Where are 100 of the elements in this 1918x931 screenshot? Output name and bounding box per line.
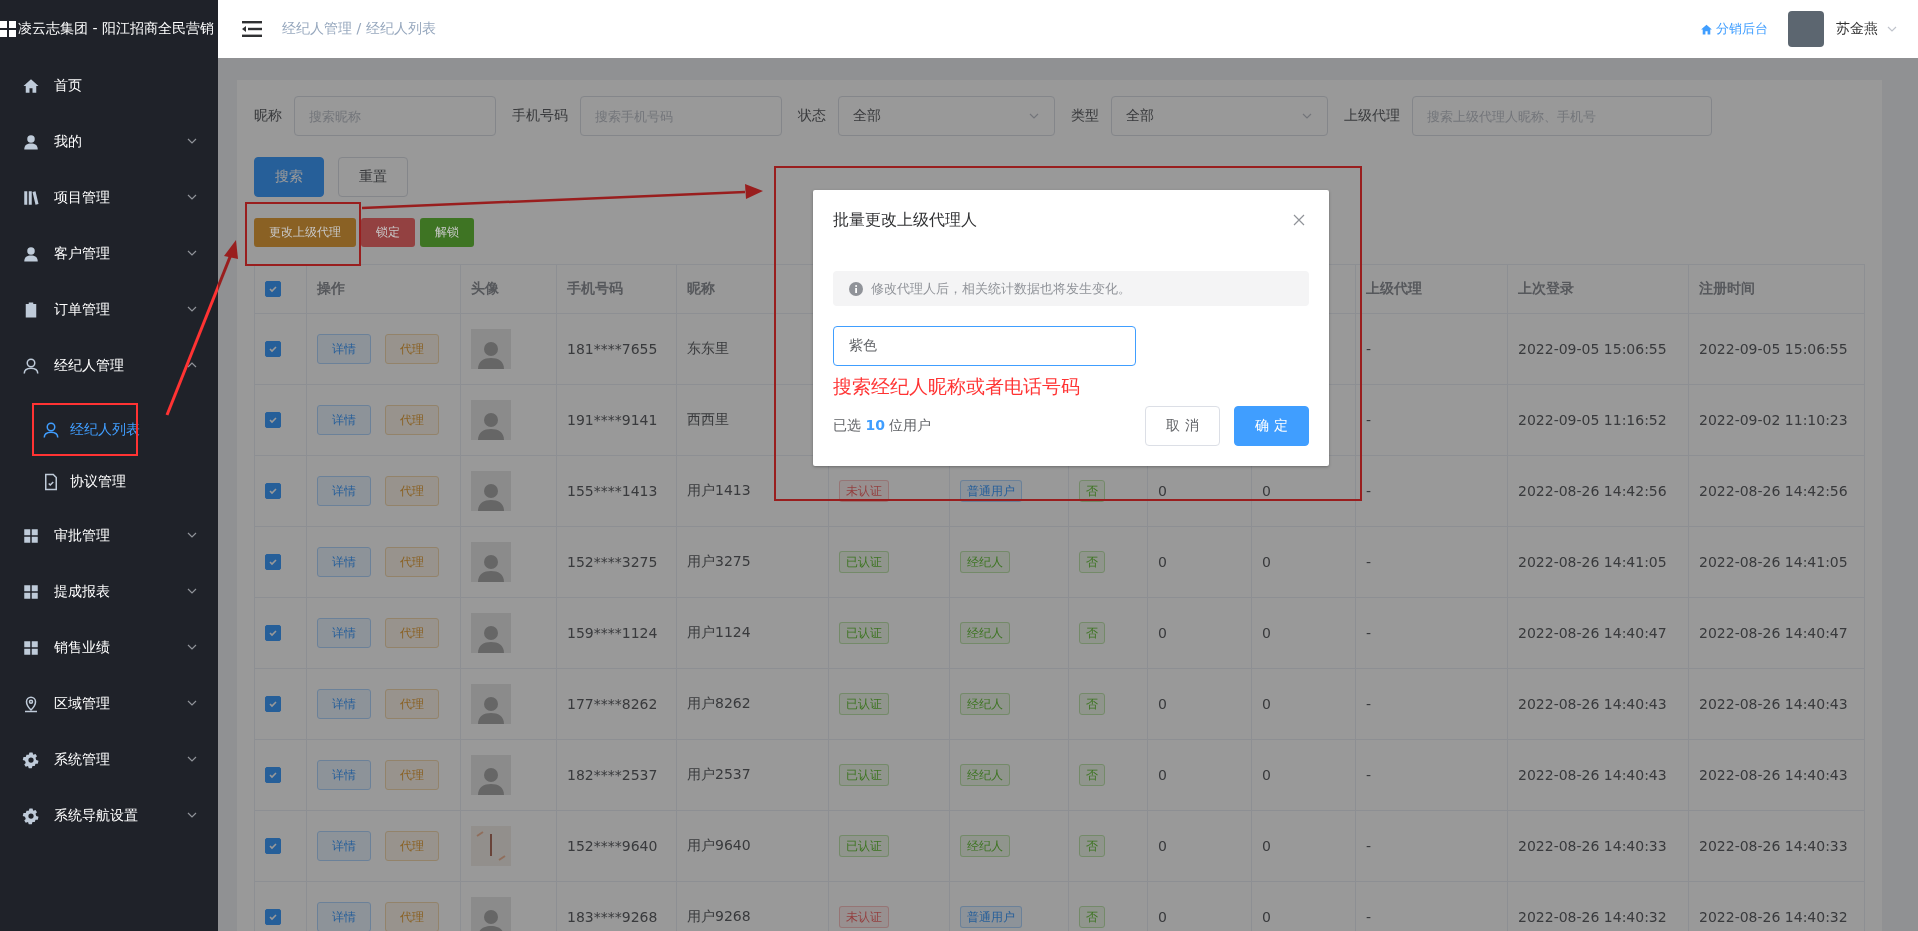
count-cell: 0 (1262, 767, 1271, 783)
menu-item[interactable]: 项目管理 (0, 170, 218, 226)
details-button[interactable]: 详情 (317, 334, 371, 364)
count-cell: 0 (1158, 767, 1167, 783)
details-button[interactable]: 详情 (317, 618, 371, 648)
menu-item[interactable]: 提成报表 (0, 564, 218, 620)
app-title: 凌云志集团 - 阳江招商全民营销 (18, 20, 214, 38)
menu-item[interactable]: 订单管理 (0, 282, 218, 338)
parent-agent-cell: - (1366, 412, 1372, 428)
annotation-text: 搜索经纪人昵称或者电话号码 (833, 374, 1081, 399)
agent-button[interactable]: 代理 (385, 476, 439, 506)
menu-item[interactable]: 首页 (0, 58, 218, 114)
last-login-cell: 2022-08-26 14:40:43 (1518, 696, 1667, 712)
action-button[interactable]: 更改上级代理 (254, 218, 356, 247)
checkmark-icon (268, 415, 278, 425)
flag-tag: 否 (1079, 693, 1105, 715)
checkbox[interactable] (265, 696, 281, 712)
registered-cell: 2022-08-26 14:41:05 (1699, 554, 1848, 570)
action-button[interactable]: 锁定 (361, 218, 415, 247)
agent-button[interactable]: 代理 (385, 618, 439, 648)
parent-agent-cell: - (1366, 625, 1372, 641)
checkbox[interactable] (265, 838, 281, 854)
last-login-cell: 2022-09-05 11:16:52 (1518, 412, 1667, 428)
books-icon (22, 189, 40, 207)
details-button[interactable]: 详情 (317, 831, 371, 861)
column-header: 上次登录 (1518, 280, 1574, 298)
reset-button[interactable]: 重置 (338, 157, 408, 197)
search-button[interactable]: 搜索 (254, 157, 324, 197)
column-header: 昵称 (687, 280, 715, 298)
count-cell: 0 (1158, 554, 1167, 570)
menu-icon[interactable] (242, 21, 262, 37)
nickname-cell: 用户9640 (687, 837, 751, 855)
menu-item[interactable]: 经纪人管理 (0, 338, 218, 394)
details-button[interactable]: 详情 (317, 476, 371, 506)
user-name[interactable]: 苏金燕 (1836, 20, 1878, 38)
checkbox[interactable] (265, 625, 281, 641)
select-field[interactable]: 全部 (838, 96, 1055, 136)
registered-cell: 2022-09-05 15:06:55 (1699, 341, 1848, 357)
menu-item[interactable]: 区域管理 (0, 676, 218, 732)
checkmark-icon (268, 344, 278, 354)
submenu-item[interactable]: 协议管理 (0, 456, 218, 508)
details-button[interactable]: 详情 (317, 405, 371, 435)
agent-button[interactable]: 代理 (385, 405, 439, 435)
filter-label: 上级代理 (1344, 107, 1400, 125)
menu-item[interactable]: 我的 (0, 114, 218, 170)
count-cell: 0 (1262, 625, 1271, 641)
cancel-button[interactable]: 取 消 (1145, 406, 1220, 446)
flag-tag: 否 (1079, 906, 1105, 928)
gear-icon (22, 807, 40, 825)
checkbox[interactable] (265, 281, 281, 297)
nickname-cell: 西西里 (687, 411, 729, 429)
agent-search-field[interactable]: 紫色 (833, 326, 1136, 366)
select-field[interactable]: 全部 (1111, 96, 1328, 136)
checkbox[interactable] (265, 909, 281, 925)
close-icon (1293, 214, 1305, 226)
flag-tag: 否 (1079, 764, 1105, 786)
checkbox[interactable] (265, 341, 281, 357)
nickname-cell: 东东里 (687, 340, 729, 358)
dashboard-link[interactable]: 分销后台 (1700, 20, 1768, 38)
details-button[interactable]: 详情 (317, 547, 371, 577)
grid-icon (22, 639, 40, 657)
person-icon (22, 245, 40, 263)
filter-label: 状态 (798, 107, 826, 125)
flag-tag: 否 (1079, 622, 1105, 644)
menu-item[interactable]: 系统管理 (0, 732, 218, 788)
registered-cell: 2022-08-26 14:40:43 (1699, 696, 1848, 712)
menu-item[interactable]: 审批管理 (0, 508, 218, 564)
checkbox[interactable] (265, 554, 281, 570)
flag-tag: 否 (1079, 480, 1105, 502)
checkmark-icon (268, 841, 278, 851)
last-login-cell: 2022-08-26 14:40:47 (1518, 625, 1667, 641)
checkbox[interactable] (265, 483, 281, 499)
phone-cell: 155****1413 (567, 483, 658, 499)
count-cell: 0 (1262, 554, 1271, 570)
menu-item[interactable]: 销售业绩 (0, 620, 218, 676)
registered-cell: 2022-08-26 14:42:56 (1699, 483, 1848, 499)
nickname-cell: 用户3275 (687, 553, 751, 571)
checkbox[interactable] (265, 412, 281, 428)
agent-button[interactable]: 代理 (385, 760, 439, 790)
agent-button[interactable]: 代理 (385, 547, 439, 577)
person-outline-icon (22, 357, 40, 375)
details-button[interactable]: 详情 (317, 760, 371, 790)
confirm-button[interactable]: 确 定 (1234, 406, 1309, 446)
phone-cell: 183****9268 (567, 909, 658, 925)
details-button[interactable]: 详情 (317, 902, 371, 931)
agent-button[interactable]: 代理 (385, 902, 439, 931)
checkbox[interactable] (265, 767, 281, 783)
agent-button[interactable]: 代理 (385, 334, 439, 364)
last-login-cell: 2022-08-26 14:42:56 (1518, 483, 1667, 499)
agent-button[interactable]: 代理 (385, 831, 439, 861)
menu-item[interactable]: 系统导航设置 (0, 788, 218, 844)
agent-button[interactable]: 代理 (385, 689, 439, 719)
count-cell: 0 (1158, 483, 1167, 499)
nickname-cell: 用户8262 (687, 695, 751, 713)
count-cell: 0 (1262, 838, 1271, 854)
nickname-cell: 用户1124 (687, 624, 751, 642)
action-button[interactable]: 解锁 (420, 218, 474, 247)
menu-item[interactable]: 客户管理 (0, 226, 218, 282)
parent-agent-cell: - (1366, 909, 1372, 925)
details-button[interactable]: 详情 (317, 689, 371, 719)
